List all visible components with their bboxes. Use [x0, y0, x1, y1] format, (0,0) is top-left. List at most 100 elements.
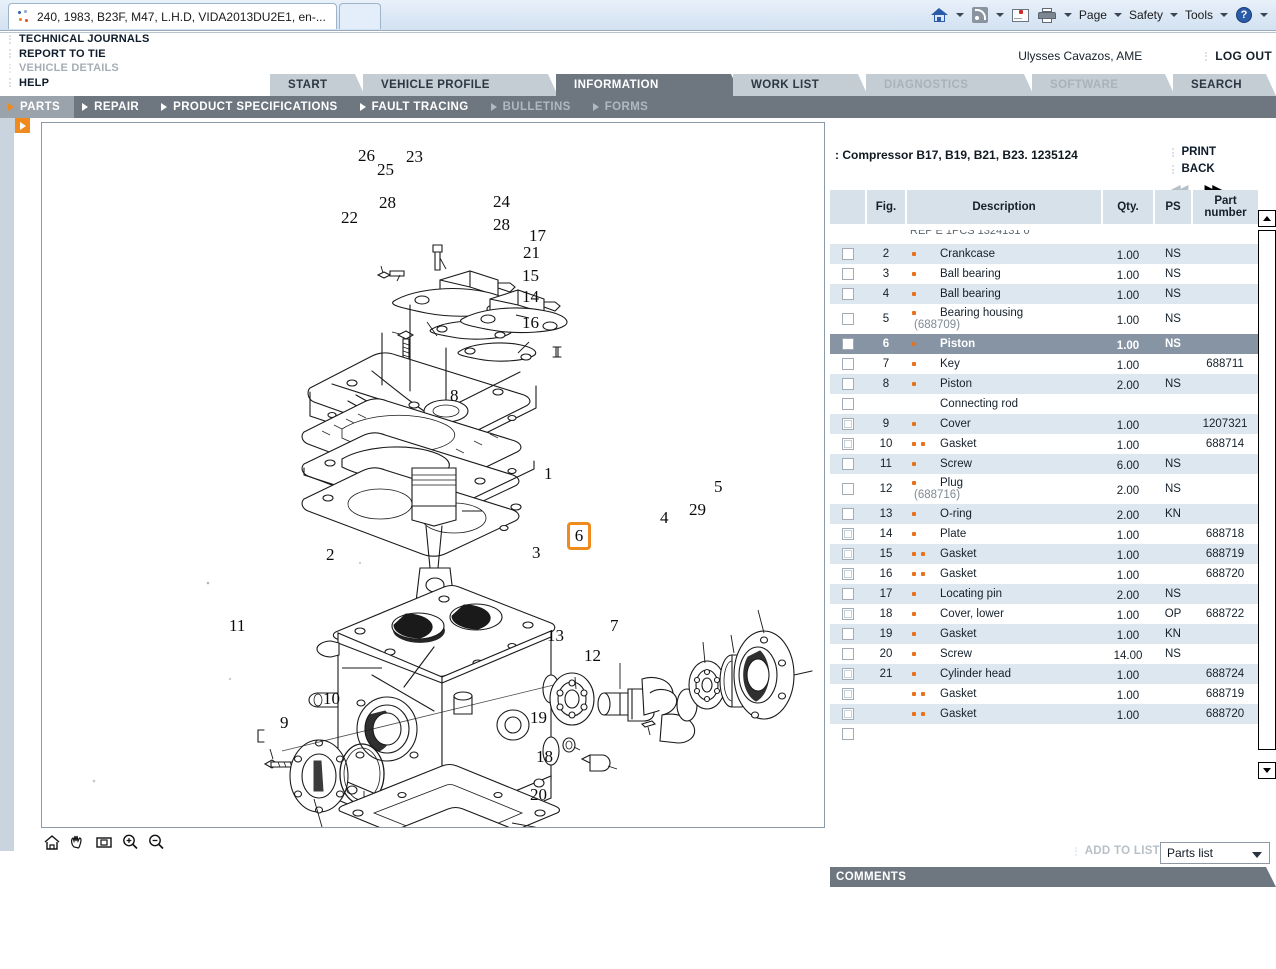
print-dropdown-caret-icon[interactable] — [1063, 13, 1072, 17]
row-checkbox[interactable] — [842, 417, 854, 430]
diagram-callout[interactable]: 21 — [523, 244, 540, 261]
diagram-callout[interactable]: 16 — [522, 314, 539, 331]
row-checkbox-cell[interactable] — [830, 244, 866, 264]
table-row[interactable]: 20 Screw 14.00 NS — [830, 644, 1258, 664]
row-part-number[interactable]: 688711 — [1192, 354, 1258, 374]
parts-table-container[interactable]: Fig. Description Qty. PS Part number REP… — [830, 190, 1258, 830]
row-checkbox-cell[interactable] — [830, 504, 866, 524]
diagram-callout[interactable]: 22 — [341, 209, 358, 226]
row-checkbox[interactable] — [842, 707, 854, 720]
zoom-in-icon[interactable] — [120, 833, 140, 851]
exploded-view-diagram[interactable]: .ln { fill:none; stroke:#1a1a1a; stroke-… — [41, 122, 825, 828]
diagram-callout[interactable]: 12 — [584, 647, 601, 664]
col-description[interactable]: Description — [905, 190, 1102, 224]
diagram-callout[interactable]: 24 — [493, 193, 510, 210]
row-checkbox-cell[interactable] — [830, 664, 866, 684]
row-checkbox-cell[interactable] — [830, 264, 866, 284]
diagram-callout[interactable]: 26 — [358, 147, 375, 164]
row-checkbox-cell[interactable] — [830, 394, 866, 414]
row-description-cell[interactable]: O-ring — [906, 504, 1102, 524]
row-checkbox[interactable] — [842, 667, 854, 680]
row-part-number[interactable] — [1192, 334, 1258, 354]
home-icon[interactable] — [928, 4, 951, 26]
row-description-cell[interactable]: Key — [906, 354, 1102, 374]
diagram-callout[interactable]: 13 — [547, 627, 564, 644]
row-checkbox[interactable] — [842, 337, 854, 350]
row-checkbox[interactable] — [842, 437, 854, 450]
subnav-fault-tracing[interactable]: FAULT TRACING — [352, 96, 483, 118]
rss-dropdown-caret-icon[interactable] — [995, 13, 1004, 17]
row-checkbox-cell[interactable] — [830, 284, 866, 304]
row-checkbox[interactable] — [842, 547, 854, 560]
safety-menu[interactable]: Safety — [1127, 8, 1165, 22]
row-description-cell[interactable]: Screw — [906, 454, 1102, 474]
safety-caret-icon[interactable] — [1169, 13, 1178, 17]
table-row[interactable]: Gasket 1.00 688719 — [830, 684, 1258, 704]
table-row[interactable]: 14 Plate 1.00 688718 — [830, 524, 1258, 544]
diagram-callout[interactable]: 2 — [326, 546, 335, 563]
row-checkbox[interactable] — [842, 357, 854, 370]
row-checkbox[interactable] — [842, 607, 854, 620]
row-part-number[interactable] — [1192, 394, 1258, 414]
zoom-out-icon[interactable] — [146, 833, 166, 851]
row-checkbox-cell[interactable] — [830, 354, 866, 374]
parts-table-scrollbar[interactable] — [1258, 190, 1276, 830]
diagram-callout[interactable]: 17 — [529, 227, 546, 244]
row-checkbox-cell[interactable] — [830, 414, 866, 434]
tab-work-list[interactable]: WORK LIST — [733, 74, 868, 96]
table-row[interactable]: 4 Ball bearing 1.00 NS — [830, 284, 1258, 304]
row-part-number[interactable]: 688722 — [1192, 604, 1258, 624]
row-checkbox[interactable] — [842, 377, 854, 390]
back-button[interactable]: BACK — [1170, 161, 1217, 178]
row-part-number[interactable]: 688718 — [1192, 524, 1258, 544]
row-checkbox[interactable] — [842, 587, 854, 600]
scroll-up-button[interactable] — [1258, 210, 1276, 227]
browser-tab[interactable]: 240, 1983, B23F, M47, L.H.D, VIDA2013DU2… — [8, 3, 337, 29]
row-part-number[interactable]: 688719 — [1192, 544, 1258, 564]
col-ps[interactable]: PS — [1153, 190, 1192, 224]
row-description-cell[interactable]: Screw — [906, 644, 1102, 664]
row-checkbox[interactable] — [842, 627, 854, 640]
diagram-callout[interactable]: 9 — [280, 714, 289, 731]
fit-to-window-icon[interactable] — [94, 833, 114, 851]
tools-menu[interactable]: Tools — [1183, 8, 1215, 22]
row-description-cell[interactable]: Crankcase — [906, 244, 1102, 264]
row-checkbox-cell[interactable] — [830, 704, 866, 724]
table-row[interactable]: 11 Screw 6.00 NS — [830, 454, 1258, 474]
row-checkbox-cell[interactable] — [830, 584, 866, 604]
diagram-callout[interactable]: 11 — [229, 617, 245, 634]
row-part-number[interactable] — [1192, 504, 1258, 524]
row-part-number[interactable] — [1192, 304, 1258, 334]
diagram-callout[interactable]: 29 — [689, 501, 706, 518]
row-part-number[interactable] — [1192, 644, 1258, 664]
row-checkbox-cell[interactable] — [830, 434, 866, 454]
row-checkbox-cell[interactable] — [830, 454, 866, 474]
table-row[interactable]: 9 Cover 1.00 1207321 — [830, 414, 1258, 434]
row-checkbox-cell[interactable] — [830, 624, 866, 644]
diagram-callout[interactable]: 7 — [610, 617, 619, 634]
home-icon[interactable] — [42, 833, 62, 851]
table-row[interactable]: 21 Cylinder head 1.00 688724 — [830, 664, 1258, 684]
table-row[interactable]: 7 Key 1.00 688711 — [830, 354, 1258, 374]
table-row[interactable]: 16 Gasket 1.00 688720 — [830, 564, 1258, 584]
col-qty[interactable]: Qty. — [1101, 190, 1154, 224]
row-description-cell[interactable]: Gasket — [906, 544, 1102, 564]
row-checkbox-cell[interactable] — [830, 544, 866, 564]
row-checkbox[interactable] — [842, 527, 854, 540]
diagram-callout[interactable]: 14 — [522, 288, 539, 305]
row-checkbox-cell[interactable] — [830, 644, 866, 664]
table-row[interactable]: 18 Cover, lower 1.00 OP 688722 — [830, 604, 1258, 624]
table-row[interactable]: 6 Piston 1.00 NS — [830, 334, 1258, 354]
row-checkbox[interactable] — [842, 687, 854, 700]
row-checkbox[interactable] — [842, 647, 854, 660]
row-description-cell[interactable]: Gasket — [906, 624, 1102, 644]
row-checkbox[interactable] — [842, 507, 854, 520]
row-description-cell[interactable]: Cover, lower — [906, 604, 1102, 624]
row-description-cell[interactable]: Gasket — [906, 704, 1102, 724]
mail-icon[interactable] — [1009, 4, 1032, 26]
browser-new-tab[interactable] — [338, 3, 381, 29]
table-row[interactable]: Gasket 1.00 688720 — [830, 704, 1258, 724]
subnav-repair[interactable]: REPAIR — [74, 96, 153, 118]
diagram-callout[interactable]: 5 — [714, 478, 723, 495]
row-description-cell[interactable]: Cover — [906, 414, 1102, 434]
